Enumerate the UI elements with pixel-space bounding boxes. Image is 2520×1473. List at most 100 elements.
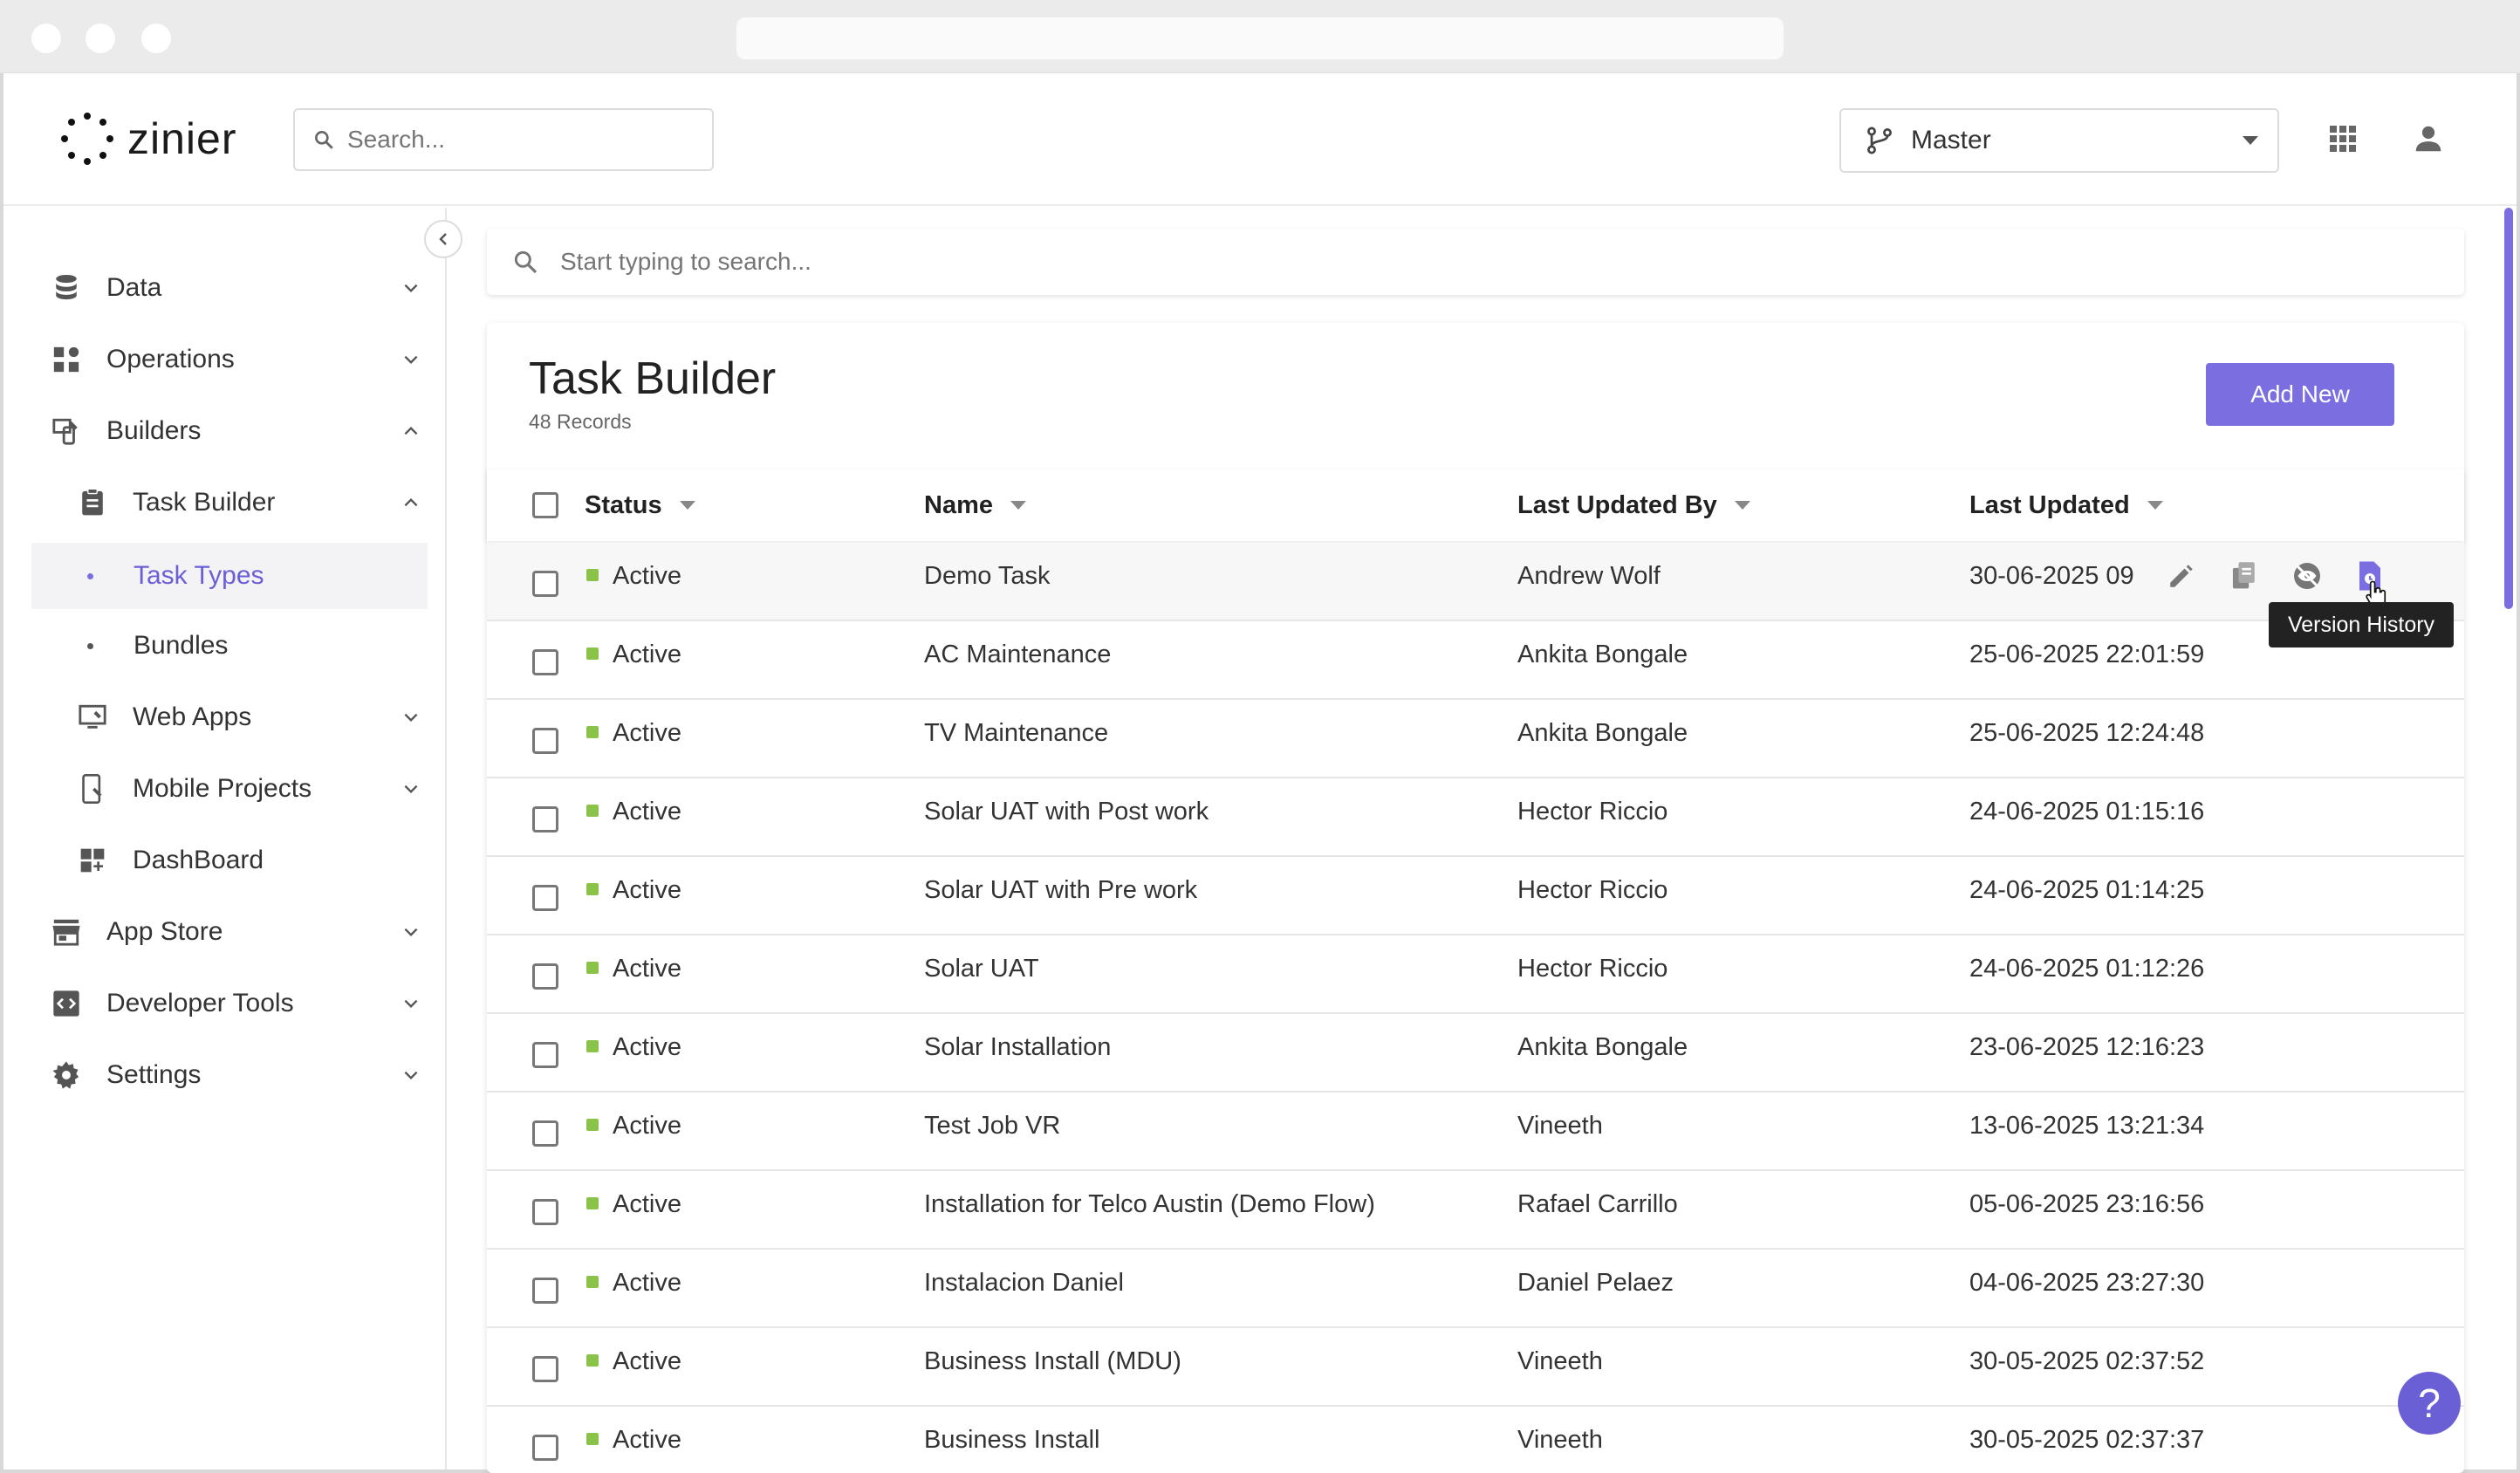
status-indicator bbox=[586, 1197, 599, 1209]
table-row[interactable]: Active Business Install Vineeth 30-05-2025 … bbox=[487, 1407, 2464, 1473]
row-checkbox[interactable] bbox=[532, 1356, 558, 1382]
sidebar-item-dashboard[interactable]: DashBoard bbox=[58, 829, 428, 892]
row-checkbox[interactable] bbox=[532, 1435, 558, 1461]
chevron-down-icon bbox=[2243, 136, 2258, 145]
table-row[interactable]: Active Solar UAT with Pre work Hector Ricc… bbox=[487, 857, 2464, 935]
chevron-down-icon bbox=[404, 713, 418, 723]
version-history-tooltip: Version History bbox=[2269, 602, 2454, 647]
column-header-status[interactable]: Status bbox=[585, 469, 695, 541]
operations-icon bbox=[49, 342, 84, 377]
status-indicator bbox=[586, 883, 599, 895]
sidebar-item-mobile-projects[interactable]: Mobile Projects bbox=[58, 757, 428, 820]
bullet-icon bbox=[87, 642, 93, 649]
search-icon bbox=[514, 250, 538, 274]
status-indicator bbox=[586, 1433, 599, 1445]
table-row[interactable]: Active Test Job VR Vineeth 13-06-2025 13:21… bbox=[487, 1093, 2464, 1171]
row-checkbox[interactable] bbox=[532, 1278, 558, 1304]
table-header: Status Name Last Updated By Last Updated bbox=[487, 469, 2464, 541]
sidebar-collapse-button[interactable] bbox=[424, 220, 462, 258]
table-row[interactable]: Active Instalacion Daniel Daniel Pelaez 04-… bbox=[487, 1250, 2464, 1328]
sidebar-item-operations[interactable]: Operations bbox=[31, 328, 428, 391]
store-icon bbox=[49, 915, 84, 949]
row-checkbox[interactable] bbox=[532, 728, 558, 754]
zinier-logo[interactable]: zinier bbox=[59, 108, 236, 169]
sidebar-item-developer-tools[interactable]: Developer Tools bbox=[31, 972, 428, 1035]
table-row[interactable]: Active Solar UAT Hector Riccio 24-06-2025 0… bbox=[487, 935, 2464, 1014]
sidebar-item-settings[interactable]: Settings bbox=[31, 1044, 428, 1106]
sidebar-item-app-store[interactable]: App Store bbox=[31, 901, 428, 963]
visibility-off-icon[interactable] bbox=[2290, 558, 2325, 593]
name-cell[interactable]: AC Maintenance bbox=[924, 641, 1111, 669]
updated-by-cell: Andrew Wolf bbox=[1517, 562, 1661, 590]
name-cell[interactable]: Solar Installation bbox=[924, 1033, 1111, 1062]
row-checkbox[interactable] bbox=[532, 1199, 558, 1225]
updated-by-cell: Hector Riccio bbox=[1517, 798, 1668, 826]
window-maximize-button[interactable] bbox=[141, 24, 171, 53]
updated-cell: 30-06-2025 09 bbox=[1969, 562, 2134, 590]
select-all-checkbox[interactable] bbox=[532, 492, 558, 518]
name-cell[interactable]: Installation for Telco Austin (Demo Flow… bbox=[924, 1190, 1375, 1219]
name-cell[interactable]: Solar UAT bbox=[924, 955, 1039, 983]
user-icon[interactable] bbox=[2412, 122, 2445, 155]
edit-icon[interactable] bbox=[2164, 558, 2199, 593]
mobile-icon bbox=[75, 771, 110, 806]
app-header: zinier Master bbox=[3, 73, 2517, 206]
window-minimize-button[interactable] bbox=[86, 24, 115, 53]
updated-by-cell: Ankita Bongale bbox=[1517, 641, 1688, 668]
sidebar-item-task-types[interactable]: Task Types bbox=[31, 543, 428, 609]
add-new-button[interactable]: Add New bbox=[2206, 363, 2394, 426]
table-row[interactable]: Active Installation for Telco Austin (Dem… bbox=[487, 1171, 2464, 1250]
column-header-label: Name bbox=[924, 490, 993, 519]
apps-grid-icon[interactable] bbox=[2330, 126, 2356, 152]
status-indicator bbox=[586, 1119, 599, 1131]
row-checkbox[interactable] bbox=[532, 1042, 558, 1068]
sidebar-item-task-builder[interactable]: Task Builder bbox=[58, 471, 428, 534]
row-checkbox[interactable] bbox=[532, 885, 558, 911]
status-cell: Active bbox=[613, 562, 681, 590]
table-row[interactable]: Active Solar UAT with Post work Hector Ric… bbox=[487, 778, 2464, 857]
name-cell[interactable]: TV Maintenance bbox=[924, 719, 1108, 748]
column-header-name[interactable]: Name bbox=[924, 469, 1026, 541]
global-search-input[interactable] bbox=[347, 126, 679, 154]
main-search-input[interactable] bbox=[560, 248, 2131, 276]
name-cell[interactable]: Business Install bbox=[924, 1426, 1100, 1455]
column-header-last-updated[interactable]: Last Updated bbox=[1969, 469, 2163, 541]
main-search[interactable] bbox=[487, 229, 2464, 295]
logo-text: zinier bbox=[127, 114, 237, 163]
table-row[interactable]: Active Demo Task Andrew Wolf 30-06-2025 09 bbox=[487, 543, 2464, 621]
row-checkbox[interactable] bbox=[532, 1120, 558, 1147]
updated-cell: 24-06-2025 01:14:25 bbox=[1969, 876, 2205, 904]
name-cell[interactable]: Solar UAT with Pre work bbox=[924, 876, 1197, 905]
sidebar-item-label: Web Apps bbox=[133, 702, 252, 731]
address-bar[interactable] bbox=[736, 17, 1784, 59]
page-scrollbar[interactable] bbox=[2504, 208, 2513, 609]
name-cell[interactable]: Business Install (MDU) bbox=[924, 1347, 1181, 1376]
status-cell: Active bbox=[613, 1033, 681, 1061]
name-cell[interactable]: Solar UAT with Post work bbox=[924, 798, 1209, 826]
status-cell: Active bbox=[613, 1190, 681, 1218]
row-checkbox[interactable] bbox=[532, 806, 558, 832]
browser-chrome bbox=[0, 0, 2520, 73]
sidebar-item-bundles[interactable]: Bundles bbox=[31, 614, 428, 677]
table-row[interactable]: Active TV Maintenance Ankita Bongale 25-06-… bbox=[487, 700, 2464, 778]
name-cell[interactable]: Demo Task bbox=[924, 562, 1051, 591]
table-row[interactable]: Active AC Maintenance Ankita Bongale 25-06-… bbox=[487, 621, 2464, 700]
page-title: Task Builder bbox=[529, 353, 777, 404]
updated-cell: 24-06-2025 01:12:26 bbox=[1969, 955, 2205, 983]
row-checkbox[interactable] bbox=[532, 649, 558, 675]
column-header-last-updated-by[interactable]: Last Updated By bbox=[1517, 469, 1750, 541]
sidebar-item-builders[interactable]: Builders bbox=[31, 400, 428, 462]
table-row[interactable]: Active Solar Installation Ankita Bongale 23… bbox=[487, 1014, 2464, 1093]
sidebar-item-web-apps[interactable]: Web Apps bbox=[58, 686, 428, 749]
duplicate-icon[interactable] bbox=[2227, 558, 2262, 593]
name-cell[interactable]: Test Job VR bbox=[924, 1112, 1060, 1141]
sidebar-item-data[interactable]: Data bbox=[31, 257, 428, 319]
row-checkbox[interactable] bbox=[532, 571, 558, 597]
branch-selector[interactable]: Master bbox=[1839, 108, 2279, 173]
window-close-button[interactable] bbox=[31, 24, 61, 53]
name-cell[interactable]: Instalacion Daniel bbox=[924, 1269, 1124, 1298]
table-row[interactable]: Active Business Install (MDU) Vineeth 30-05… bbox=[487, 1328, 2464, 1407]
global-search[interactable] bbox=[293, 108, 714, 171]
row-checkbox[interactable] bbox=[532, 963, 558, 990]
help-button[interactable]: ? bbox=[2398, 1372, 2461, 1435]
